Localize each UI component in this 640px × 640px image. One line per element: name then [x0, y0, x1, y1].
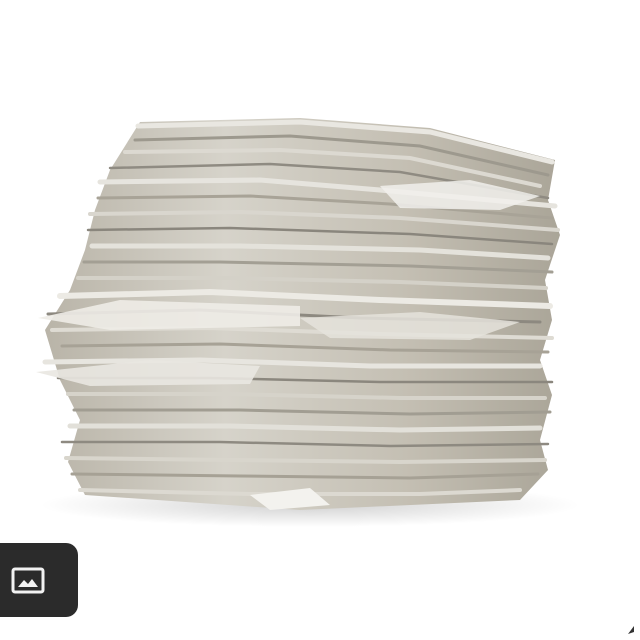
paper-stack-photo — [36, 118, 580, 527]
gallery-button[interactable] — [0, 543, 78, 617]
corner-arrow-icon — [628, 626, 634, 634]
image-viewer — [0, 0, 640, 640]
image-gallery-icon — [11, 567, 45, 594]
